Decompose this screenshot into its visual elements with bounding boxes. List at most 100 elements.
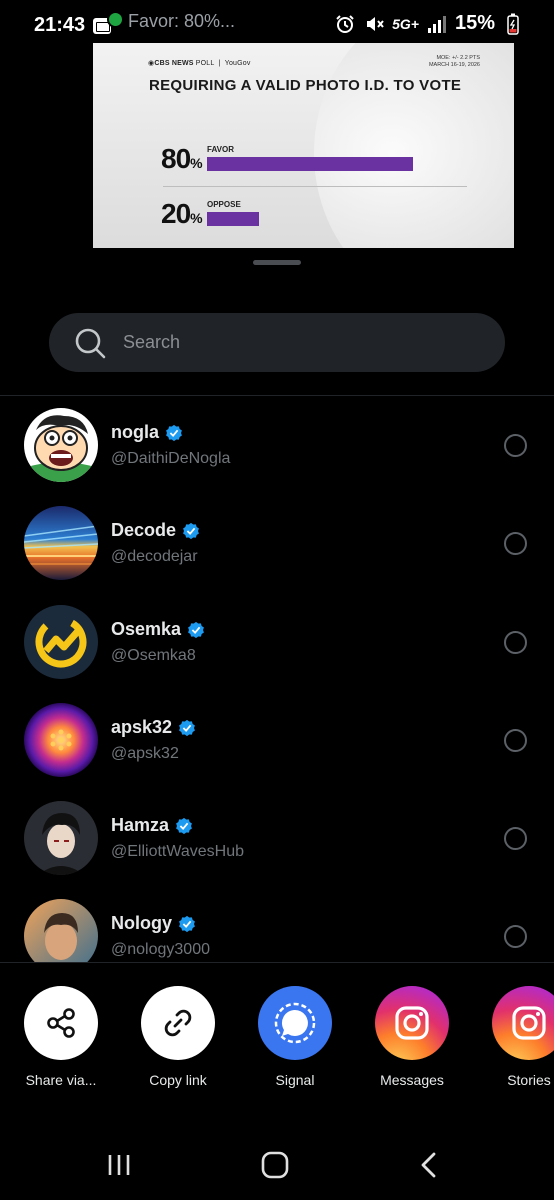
status-icons: 5G+ 15% [334, 12, 524, 35]
user-name-text: nogla [111, 422, 159, 442]
alarm-icon [334, 13, 356, 35]
select-radio[interactable] [504, 532, 527, 555]
instagram-icon [492, 986, 554, 1060]
search-input[interactable] [123, 313, 483, 372]
share-targets: Share via... Copy link Signal Messages S [0, 974, 554, 1104]
sheet-divider [0, 395, 554, 396]
verified-badge-icon [176, 817, 192, 834]
chart-logo-avatar [24, 605, 98, 679]
user-name: Hamza [111, 815, 193, 836]
user-name: nogla [111, 422, 183, 443]
share-icon [24, 986, 98, 1060]
user-row[interactable]: Osemka @Osemka8 [0, 594, 554, 692]
poll-label-favor: FAVOR [207, 145, 234, 154]
poll-pct-favor: 80% [161, 143, 203, 174]
share-label: Messages [380, 1072, 444, 1088]
shared-image-preview: ◉CBS NEWS POLL | YouGov MOE: +/- 2.2 PTS… [93, 43, 514, 248]
share-label: Stories [507, 1072, 551, 1088]
back-button[interactable] [412, 1148, 446, 1182]
user-row[interactable]: Hamza @ElliottWavesHub [0, 790, 554, 888]
instagram-icon [375, 986, 449, 1060]
active-app-indicator-icon [107, 11, 124, 28]
link-icon [141, 986, 215, 1060]
user-list: nogla @DaithiDeNogla Decode @decodejar O… [0, 397, 554, 962]
signal-share-button[interactable]: Signal [255, 986, 335, 1088]
select-radio[interactable] [504, 925, 527, 948]
search-icon [75, 328, 106, 359]
search-bar[interactable] [49, 313, 505, 372]
cartoon-face-avatar [24, 408, 98, 482]
user-name: Osemka [111, 619, 205, 640]
instagram-stories-button[interactable]: Stories [489, 986, 554, 1088]
purple-sphere-avatar [24, 703, 98, 777]
user-row[interactable]: Nology @nology3000 [0, 888, 554, 962]
verified-badge-icon [179, 915, 195, 932]
verified-badge-icon [183, 522, 199, 539]
user-name-text: Osemka [111, 619, 182, 639]
user-handle: @nology3000 [111, 941, 210, 958]
poll-bar-oppose [207, 212, 259, 226]
poll-dates: MARCH 16-19, 2026 [428, 62, 480, 68]
recent-apps-button[interactable] [102, 1148, 136, 1182]
background-swoosh [314, 43, 514, 248]
user-name: apsk32 [111, 717, 196, 738]
select-radio[interactable] [504, 729, 527, 752]
poll-partner: YouGov [224, 60, 251, 67]
home-button[interactable] [258, 1148, 292, 1182]
user-handle: @decodejar [111, 548, 198, 565]
drag-handle[interactable] [253, 260, 301, 265]
user-handle: @Osemka8 [111, 647, 196, 664]
user-name-text: Decode [111, 520, 177, 540]
verified-badge-icon [166, 424, 182, 441]
source-name: CBS NEWS [154, 60, 194, 67]
user-handle: @DaithiDeNogla [111, 450, 231, 467]
city-lights-avatar [24, 506, 98, 580]
home-icon [261, 1151, 289, 1179]
verified-badge-icon [179, 719, 195, 736]
user-handle: @ElliottWavesHub [111, 843, 245, 860]
battery-level: 15% [454, 12, 495, 34]
instagram-messages-button[interactable]: Messages [372, 986, 452, 1088]
status-time: 21:43 [34, 14, 86, 36]
user-name-text: Hamza [111, 815, 170, 835]
signal-icon [258, 986, 332, 1060]
user-name-text: apsk32 [111, 717, 173, 737]
poll-bar-favor [207, 157, 414, 171]
anime-character-avatar [24, 801, 98, 875]
user-row[interactable]: nogla @DaithiDeNogla [0, 397, 554, 495]
select-radio[interactable] [504, 631, 527, 654]
system-nav-bar [0, 1128, 554, 1200]
share-label: Copy link [149, 1072, 207, 1088]
share-label: Share via... [25, 1072, 97, 1088]
person-photo-avatar [24, 899, 98, 962]
verified-badge-icon [188, 621, 204, 638]
user-row[interactable]: apsk32 @apsk32 [0, 692, 554, 790]
user-name-text: Nology [111, 913, 172, 933]
share-label: Signal [275, 1072, 315, 1088]
share-via-button[interactable]: Share via... [21, 986, 101, 1088]
recent-apps-icon [108, 1155, 130, 1175]
moe-text: MOE: +/- 2.2 PTS [436, 55, 480, 61]
poll-pct-oppose: 20% [161, 198, 203, 229]
status-notification-text: Favor: 80%... [128, 11, 236, 31]
mute-icon [363, 13, 385, 35]
battery-icon [502, 13, 524, 35]
network-type: 5G+ [392, 15, 419, 32]
back-icon [421, 1152, 436, 1178]
poll-source: ◉CBS NEWS POLL | YouGov [148, 60, 251, 67]
select-radio[interactable] [504, 827, 527, 850]
user-row[interactable]: Decode @decodejar [0, 495, 554, 593]
user-handle: @apsk32 [111, 745, 179, 762]
copy-link-button[interactable]: Copy link [138, 986, 218, 1088]
poll-label-oppose: OPPOSE [207, 200, 241, 209]
signal-strength-icon [426, 13, 448, 35]
select-radio[interactable] [504, 434, 527, 457]
user-name: Decode [111, 520, 200, 541]
poll-title: REQUIRING A VALID PHOTO I.D. TO VOTE [149, 77, 462, 94]
source-suffix: POLL [195, 60, 215, 67]
share-sheet: nogla @DaithiDeNogla Decode @decodejar [0, 248, 554, 1200]
user-name: Nology [111, 913, 196, 934]
poll-divider [163, 186, 467, 187]
poll-moe: MOE: +/- 2.2 PTS MARCH 16-19, 2026 [429, 55, 480, 69]
share-divider [0, 962, 554, 963]
